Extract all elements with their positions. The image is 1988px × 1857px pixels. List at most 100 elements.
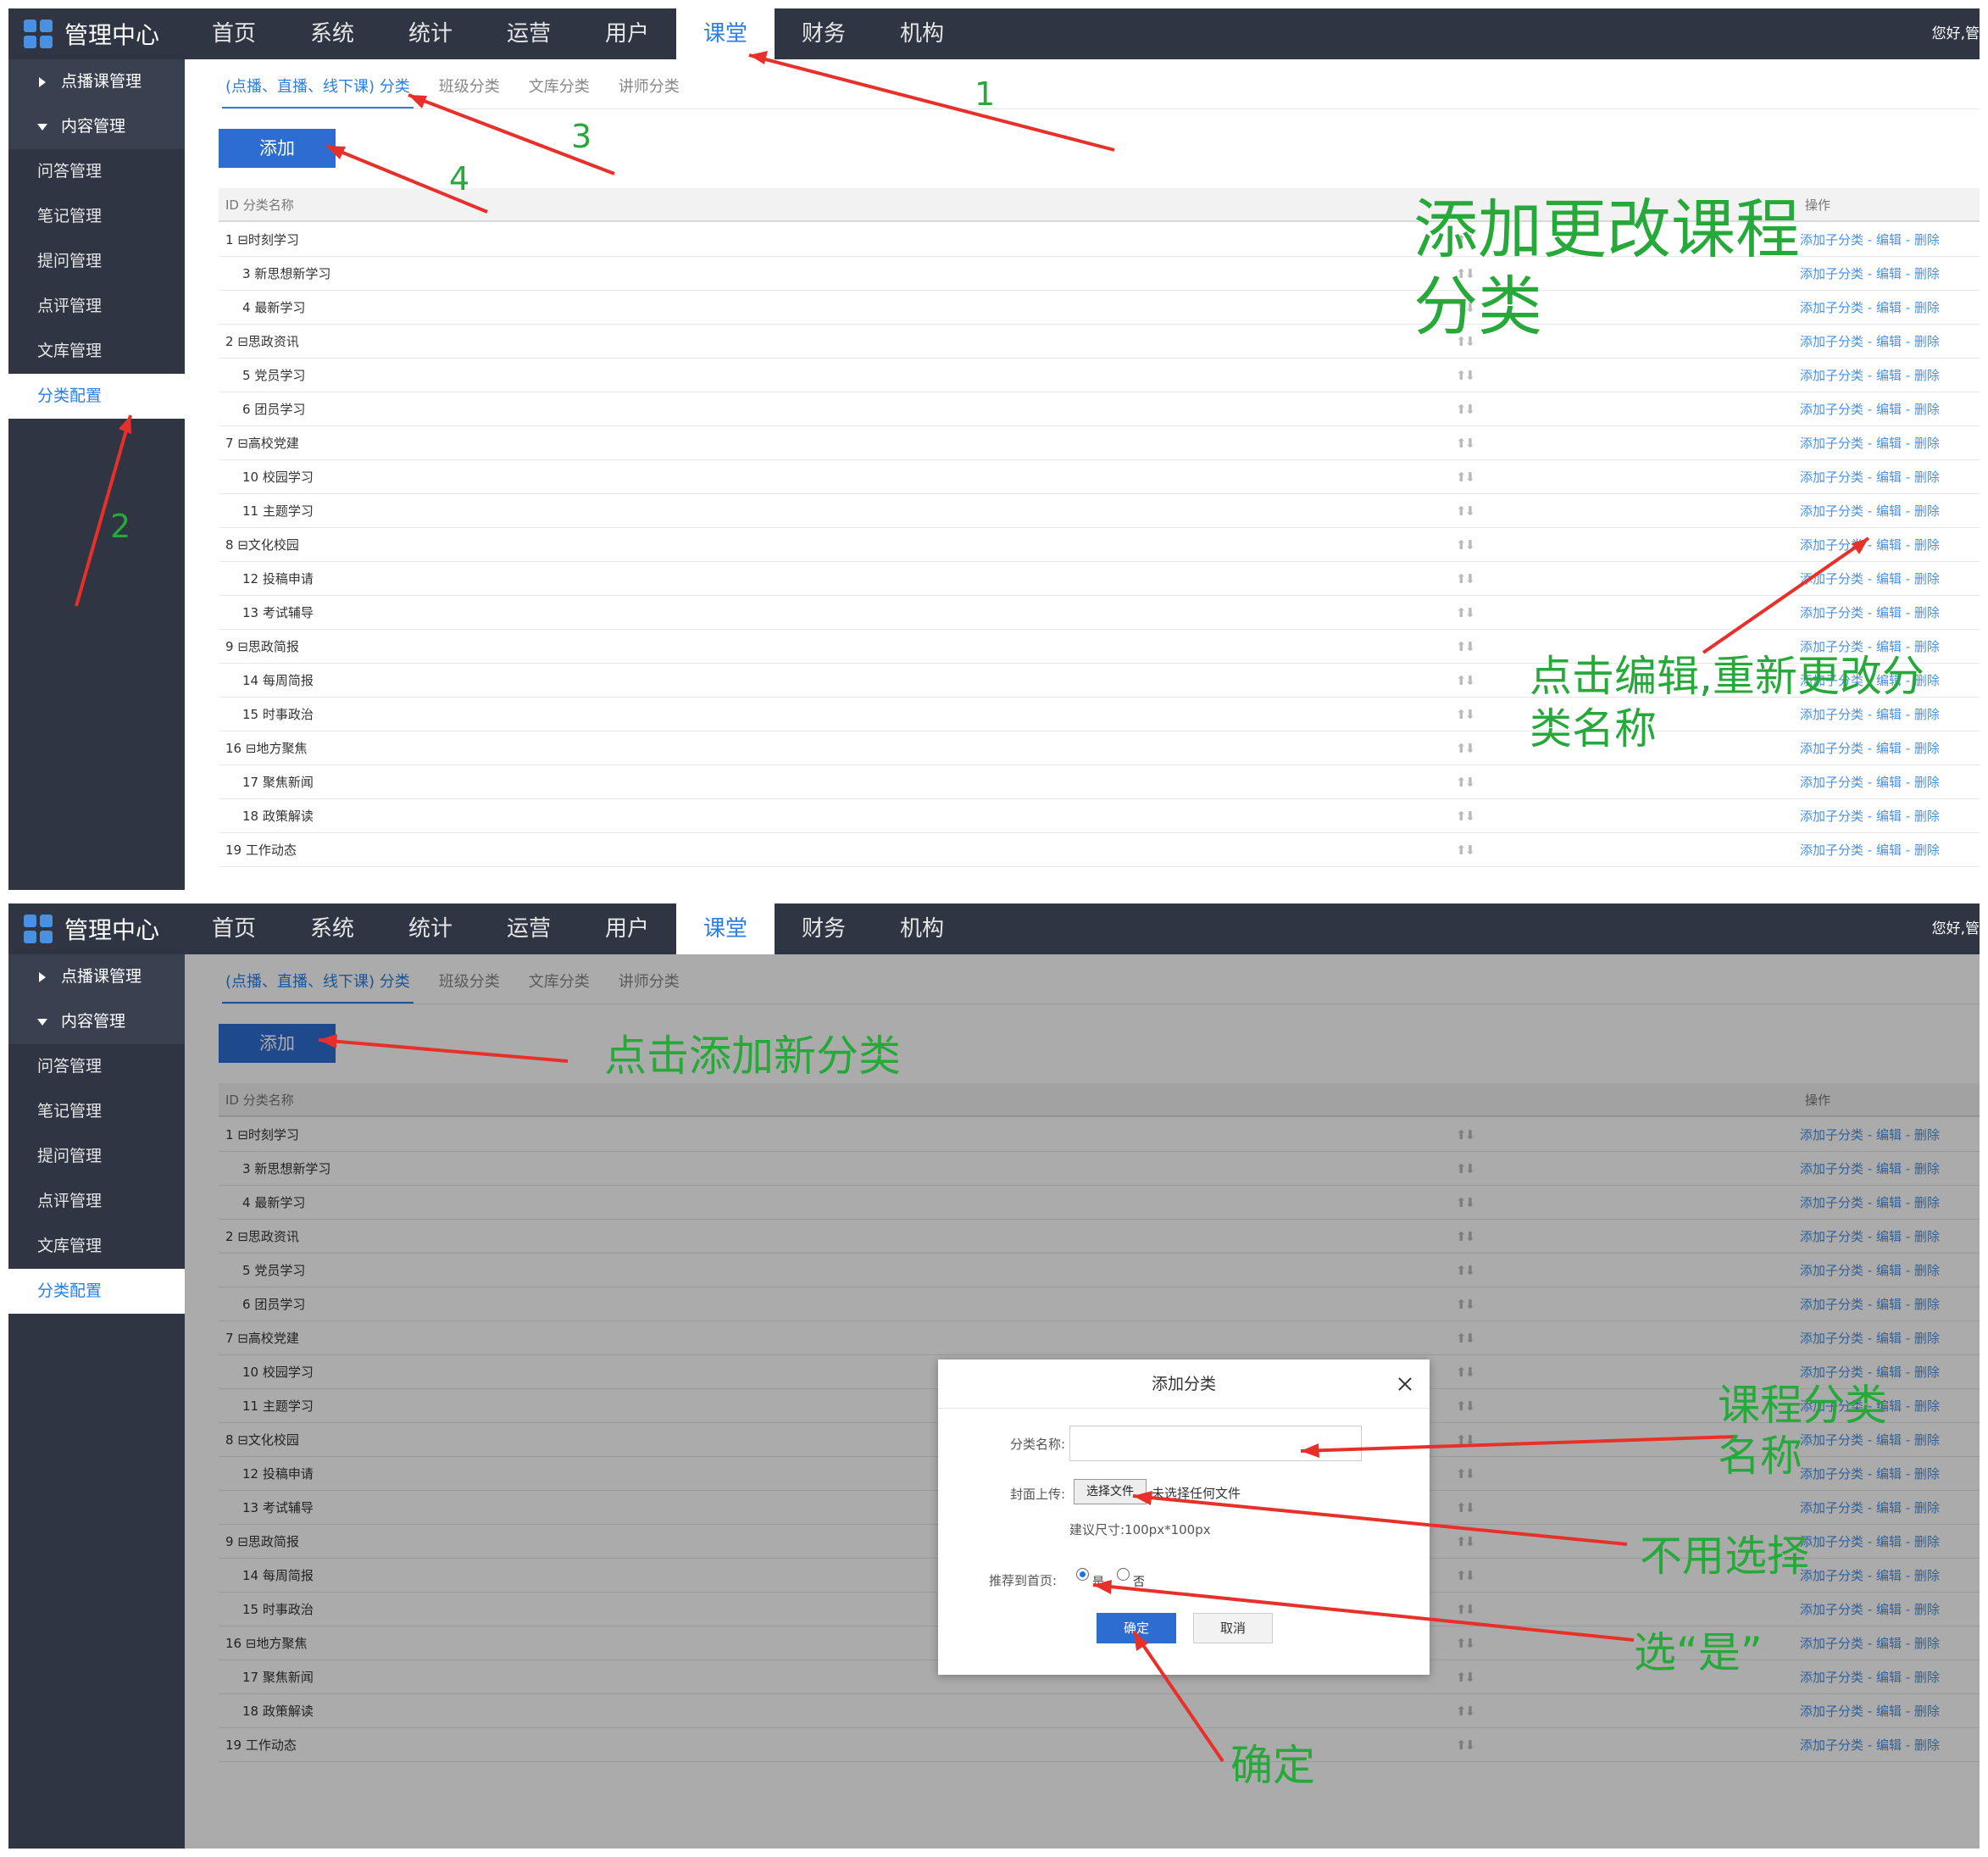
nav-organization[interactable]: 机构 — [873, 903, 971, 954]
sidebar-item-reviews[interactable]: 点评管理 — [8, 284, 185, 329]
row-actions[interactable]: 添加子分类 - 编辑 - 删除 — [1800, 596, 1940, 630]
sort-arrows-icon[interactable]: ⬆⬇ — [1456, 765, 1475, 799]
top-bar: 管理中心 首页 系统 统计 运营 用户 课堂 财务 机构 您好,管 — [8, 8, 1980, 59]
row-actions[interactable]: 添加子分类 - 编辑 - 删除 — [1800, 799, 1940, 833]
column-id-name: ID 分类名称 — [225, 197, 294, 213]
sidebar-item-questions[interactable]: 提问管理 — [8, 1134, 185, 1179]
grid-logo-icon — [24, 19, 53, 48]
row-actions[interactable]: 添加子分类 - 编辑 - 删除 — [1800, 698, 1940, 731]
nav-stats[interactable]: 统计 — [381, 903, 480, 954]
nav-classroom[interactable]: 课堂 — [676, 903, 775, 954]
sort-arrows-icon[interactable]: ⬆⬇ — [1456, 392, 1475, 426]
table-row: 7 ⊟高校党建 ⬆⬇ 添加子分类 - 编辑 - 删除 — [219, 426, 1980, 460]
row-actions[interactable]: 添加子分类 - 编辑 - 删除 — [1800, 731, 1940, 765]
caret-right-icon — [39, 972, 46, 982]
sort-arrows-icon[interactable]: ⬆⬇ — [1456, 460, 1475, 494]
sidebar-item-notes[interactable]: 笔记管理 — [8, 1089, 185, 1134]
nav-system[interactable]: 系统 — [283, 903, 381, 954]
sidebar-item-library[interactable]: 文库管理 — [8, 329, 185, 374]
logo[interactable]: 管理中心 — [24, 914, 159, 944]
nav-finance[interactable]: 财务 — [775, 8, 873, 59]
category-name: 校园学习 — [262, 470, 314, 485]
sidebar-item-category-config[interactable]: 分类配置 — [8, 1269, 185, 1314]
cover-upload-label: 封面上传: — [1009, 1487, 1065, 1502]
row-actions[interactable]: 添加子分类 - 编辑 - 删除 — [1800, 359, 1940, 392]
tab-teacher-category[interactable]: 讲师分类 — [615, 75, 683, 108]
logo[interactable]: 管理中心 — [24, 19, 159, 49]
category-cell: 15 时事政治 — [242, 698, 314, 731]
row-actions[interactable]: 添加子分类 - 编辑 - 删除 — [1800, 528, 1940, 562]
nav-organization[interactable]: 机构 — [873, 8, 971, 59]
row-actions[interactable]: 添加子分类 - 编辑 - 删除 — [1800, 426, 1940, 460]
sort-arrows-icon[interactable]: ⬆⬇ — [1456, 799, 1475, 833]
nav-system[interactable]: 系统 — [283, 8, 381, 59]
close-icon[interactable] — [1397, 1376, 1413, 1392]
sort-arrows-icon[interactable]: ⬆⬇ — [1456, 833, 1475, 867]
category-name-input[interactable] — [1069, 1426, 1362, 1461]
sidebar-item-questions[interactable]: 提问管理 — [8, 239, 185, 284]
sort-arrows-icon[interactable]: ⬆⬇ — [1456, 359, 1475, 392]
row-actions[interactable]: 添加子分类 - 编辑 - 删除 — [1800, 562, 1940, 596]
row-actions[interactable]: 添加子分类 - 编辑 - 删除 — [1800, 460, 1940, 494]
nav-classroom[interactable]: 课堂 — [676, 8, 775, 59]
sidebar-group-vod[interactable]: 点播课管理 — [8, 59, 185, 104]
file-status: 未选择任何文件 — [1152, 1486, 1241, 1501]
sidebar-item-notes[interactable]: 笔记管理 — [8, 194, 185, 239]
sort-arrows-icon[interactable]: ⬆⬇ — [1456, 596, 1475, 630]
tab-class-category[interactable]: 班级分类 — [436, 75, 503, 108]
category-name: 工作动态 — [245, 842, 297, 858]
nav-users[interactable]: 用户 — [578, 8, 676, 59]
nav-home[interactable]: 首页 — [185, 903, 283, 954]
sort-arrows-icon[interactable]: ⬆⬇ — [1456, 664, 1475, 698]
sidebar-group-content[interactable]: 内容管理 — [8, 104, 185, 149]
category-id: 12 — [242, 571, 259, 587]
row-actions[interactable]: 添加子分类 - 编辑 - 删除 — [1800, 494, 1940, 528]
user-greeting[interactable]: 您好,管 — [1932, 903, 1980, 954]
category-name: 党员学习 — [254, 368, 306, 383]
tab-library-category[interactable]: 文库分类 — [525, 75, 593, 108]
add-button[interactable]: 添加 — [219, 129, 336, 168]
screenshot-panel-1: 管理中心 首页 系统 统计 运营 用户 课堂 财务 机构 您好,管 点播课管理 … — [8, 8, 1980, 890]
category-cell: 8 ⊟文化校园 — [225, 528, 299, 562]
sort-arrows-icon[interactable]: ⬆⬇ — [1456, 494, 1475, 528]
row-actions[interactable]: 添加子分类 - 编辑 - 删除 — [1800, 765, 1940, 799]
sidebar-group-content[interactable]: 内容管理 — [8, 999, 185, 1044]
category-id: 6 — [242, 402, 251, 417]
table-row: 10 校园学习 ⬆⬇ 添加子分类 - 编辑 - 删除 — [219, 460, 1980, 494]
nav-operations[interactable]: 运营 — [480, 8, 578, 59]
category-id: 15 — [242, 707, 259, 722]
nav-users[interactable]: 用户 — [578, 903, 676, 954]
category-id: 8 — [225, 537, 234, 553]
nav-finance[interactable]: 财务 — [775, 903, 873, 954]
sort-arrows-icon[interactable]: ⬆⬇ — [1456, 562, 1475, 596]
sidebar-item-qa[interactable]: 问答管理 — [8, 149, 185, 194]
sidebar-item-qa[interactable]: 问答管理 — [8, 1044, 185, 1089]
user-greeting[interactable]: 您好,管 — [1932, 8, 1980, 59]
sidebar-item-library[interactable]: 文库管理 — [8, 1224, 185, 1269]
row-actions[interactable]: 添加子分类 - 编辑 - 删除 — [1800, 392, 1940, 426]
sort-arrows-icon[interactable]: ⬆⬇ — [1456, 731, 1475, 765]
cancel-button[interactable]: 取消 — [1193, 1613, 1273, 1643]
choose-file-button[interactable]: 选择文件 — [1074, 1479, 1147, 1504]
tab-course-category[interactable]: (点播、直播、线下课) 分类 — [222, 75, 414, 108]
sort-arrows-icon[interactable]: ⬆⬇ — [1456, 630, 1475, 664]
table-row: 11 主题学习 ⬆⬇ 添加子分类 - 编辑 - 删除 — [219, 494, 1980, 528]
radio-yes[interactable] — [1076, 1568, 1089, 1581]
sidebar-item-category-config[interactable]: 分类配置 — [8, 374, 185, 419]
sidebar-item-reviews[interactable]: 点评管理 — [8, 1179, 185, 1224]
category-id: 10 — [242, 470, 259, 485]
sidebar-group-vod[interactable]: 点播课管理 — [8, 954, 185, 999]
category-cell: 2 ⊟思政资讯 — [225, 325, 299, 359]
row-actions[interactable]: 添加子分类 - 编辑 - 删除 — [1800, 833, 1940, 867]
nav-operations[interactable]: 运营 — [480, 903, 578, 954]
sort-arrows-icon[interactable]: ⬆⬇ — [1456, 426, 1475, 460]
nav-home[interactable]: 首页 — [185, 8, 283, 59]
radio-no[interactable] — [1117, 1568, 1130, 1581]
sort-arrows-icon[interactable]: ⬆⬇ — [1456, 528, 1475, 562]
sort-arrows-icon[interactable]: ⬆⬇ — [1456, 698, 1475, 731]
category-id: 3 — [242, 266, 251, 281]
category-cell: 17 聚焦新闻 — [242, 765, 314, 799]
nav-stats[interactable]: 统计 — [381, 8, 480, 59]
confirm-button[interactable]: 确定 — [1097, 1613, 1176, 1643]
caret-down-icon — [37, 1019, 47, 1026]
